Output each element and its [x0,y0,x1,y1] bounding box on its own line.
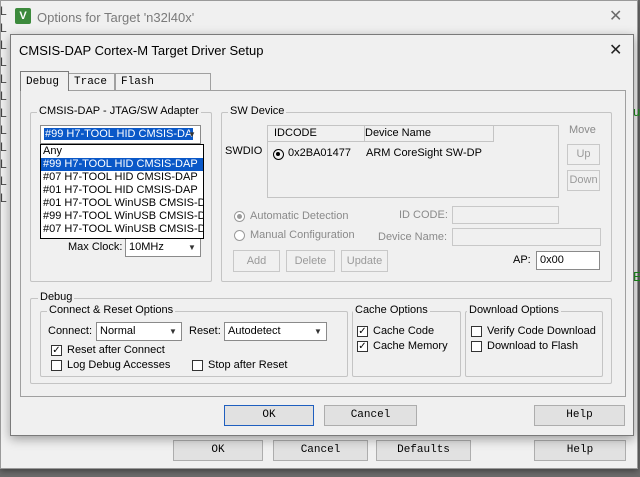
ap-label: AP: [513,254,531,266]
move-down-button[interactable]: Down [567,170,600,191]
outer-close-icon[interactable]: ✕ [609,6,622,26]
check-icon: ✓ [52,345,61,356]
reset-after-connect-checkbox[interactable]: ✓ [51,345,62,356]
tab-trace[interactable]: Trace [68,73,115,90]
max-clock-label: Max Clock: [68,241,123,253]
update-button[interactable]: Update [341,250,388,272]
outer-ok-button[interactable]: OK [173,440,263,461]
sw-device-group-label: SW Device [228,105,287,117]
cache-memory-label: Cache Memory [373,340,448,352]
help-button[interactable]: Help [534,405,625,426]
adapter-selected-value: #99 H7-TOOL HID CMSIS-DA [44,128,194,140]
reset-select[interactable]: Autodetect ▼ [224,322,327,341]
col-idcode-header: IDCODE [268,126,365,142]
verify-code-download-label: Verify Code Download [487,325,596,337]
dropdown-arrow-icon[interactable]: ▼ [185,127,199,142]
cache-memory-checkbox[interactable]: ✓ [357,341,368,352]
tab-flash-download[interactable]: Flash Download [115,73,211,105]
cancel-button[interactable]: Cancel [324,405,417,426]
manual-config-label: Manual Configuration [250,229,355,241]
max-clock-value: 10MHz [129,241,164,253]
outer-defaults-button[interactable]: Defaults [376,440,471,461]
connect-reset-group-label: Connect & Reset Options [47,304,176,316]
auto-detection-label: Automatic Detection [250,210,349,222]
connect-label: Connect: [48,325,93,337]
dialog-close-icon[interactable]: ✕ [609,40,622,60]
manual-config-radio[interactable] [234,230,245,241]
dropdown-option[interactable]: #01 H7-TOOL WinUSB CMSIS-D [41,197,203,210]
device-name[interactable]: ARM CoreSight SW-DP [366,147,482,159]
connect-value: Normal [100,325,136,337]
debug-group-label: Debug [38,291,75,303]
background-edge-text: LLLLLLLLLLLL [0,4,7,205]
ok-button[interactable]: OK [224,405,314,426]
move-label: Move [569,124,596,136]
dropdown-option-selected[interactable]: #99 H7-TOOL HID CMSIS-DAP [41,158,203,171]
cache-code-checkbox[interactable]: ✓ [357,326,368,337]
edge-char-e: E [633,269,640,284]
dialog-title: CMSIS-DAP Cortex-M Target Driver Setup [19,43,264,58]
dropdown-arrow-icon[interactable]: ▼ [185,240,199,255]
dropdown-arrow-icon[interactable]: ▼ [311,324,325,339]
check-icon: ✓ [358,341,367,352]
connect-select[interactable]: Normal ▼ [96,322,182,341]
device-name-field[interactable] [452,228,601,246]
cache-options-group-label: Cache Options [353,304,430,316]
app-icon: V [15,8,31,24]
outer-cancel-button[interactable]: Cancel [273,440,368,461]
dropdown-option[interactable]: #99 H7-TOOL WinUSB CMSIS-D [41,210,203,223]
move-up-button[interactable]: Up [567,144,600,165]
col-device-name-header: Device Name [359,126,494,142]
adapter-select[interactable]: #99 H7-TOOL HID CMSIS-DA ▼ [40,125,201,144]
cache-code-label: Cache Code [373,325,435,337]
device-name-label: Device Name: [378,231,448,243]
log-debug-accesses-label: Log Debug Accesses [67,359,171,371]
outer-window-title: Options for Target 'n32l40x' [37,10,195,25]
outer-help-button[interactable]: Help [534,440,626,461]
sw-device-table: IDCODE Device Name 0x2BA01477 ARM CoreSi… [267,125,559,198]
download-to-flash-label: Download to Flash [487,340,579,352]
stop-after-reset-label: Stop after Reset [208,359,288,371]
check-icon: ✓ [358,326,367,337]
add-button[interactable]: Add [233,250,280,272]
dropdown-option[interactable]: #07 H7-TOOL HID CMSIS-DAP [41,171,203,184]
verify-code-download-checkbox[interactable] [471,326,482,337]
delete-button[interactable]: Delete [286,250,335,272]
dropdown-option[interactable]: Any [41,145,203,158]
download-options-group-label: Download Options [467,304,561,316]
reset-value: Autodetect [228,325,281,337]
adapter-group-label: CMSIS-DAP - JTAG/SW Adapter [37,105,201,117]
max-clock-select[interactable]: 10MHz ▼ [125,238,201,257]
log-debug-accesses-checkbox[interactable] [51,360,62,371]
adapter-dropdown-list: Any #99 H7-TOOL HID CMSIS-DAP #07 H7-TOO… [40,144,204,239]
auto-detection-radio[interactable] [234,211,245,222]
reset-after-connect-label: Reset after Connect [67,344,165,356]
id-code-field[interactable] [452,206,559,224]
edge-char-u: u [633,104,640,119]
reset-label: Reset: [189,325,221,337]
stop-after-reset-checkbox[interactable] [192,360,203,371]
dropdown-option[interactable]: #01 H7-TOOL HID CMSIS-DAP [41,184,203,197]
dropdown-option[interactable]: #07 H7-TOOL WinUSB CMSIS-D [41,223,203,236]
radio-selected-icon[interactable] [273,149,284,160]
download-to-flash-checkbox[interactable] [471,341,482,352]
tab-debug[interactable]: Debug [20,71,69,91]
id-code-label: ID CODE: [399,209,448,221]
swdio-label: SWDIO [225,145,263,157]
ap-field[interactable]: 0x00 [536,251,600,270]
device-idcode[interactable]: 0x2BA01477 [288,147,351,159]
dropdown-arrow-icon[interactable]: ▼ [166,324,180,339]
